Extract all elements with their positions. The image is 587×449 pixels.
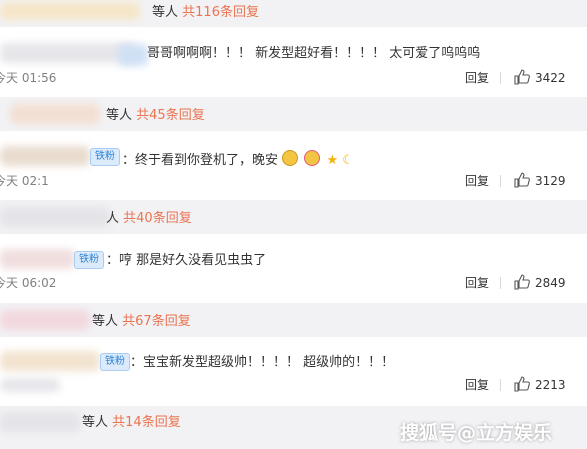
action-divider (500, 379, 501, 391)
fan-badge: 铁粉 (74, 251, 104, 269)
comment-text: 哥哥啊啊啊！！！ 新发型超好看！！！！ 太可爱了呜呜呜 (147, 46, 481, 61)
reply-button[interactable]: 回复 (465, 378, 489, 392)
thumbs-up-icon[interactable] (514, 376, 530, 392)
blurred-avatar (0, 412, 80, 432)
like-count: 2849 (535, 276, 566, 290)
comment-time: 今天 06:02 (0, 276, 57, 290)
like-count: 2213 (535, 378, 566, 392)
blurred-username (0, 351, 100, 371)
sleepy-face-emoji (282, 150, 299, 166)
reply-summary-suffix: 等人 (106, 108, 133, 123)
kiss-face-emoji (304, 150, 321, 166)
comment-text: ：终于看到你登机了，晚安 (122, 153, 279, 168)
blurred-username (0, 43, 135, 63)
reply-summary[interactable]: 等人 共14条回复 (82, 415, 181, 431)
reply-summary-suffix: 等人 (152, 5, 179, 20)
reply-count-link[interactable]: 共45条回复 (136, 108, 205, 123)
action-divider (500, 175, 501, 187)
blurred-avatar (0, 207, 110, 227)
reply-count-link[interactable]: 共14条回复 (112, 415, 181, 430)
reply-summary[interactable]: 等人 共116条回复 (152, 5, 259, 21)
reply-summary-suffix: 等人 (92, 314, 119, 329)
comment-text-line: ：终于看到你登机了，晚安 ★ ☾ (122, 150, 354, 169)
comment-text: ：哼 那是好久没看见虫虫了 (106, 253, 267, 268)
blurred-avatar (0, 2, 140, 20)
reply-summary[interactable]: 人 共40条回复 (106, 211, 192, 227)
thumbs-up-icon[interactable] (514, 172, 530, 188)
fan-badge: 铁粉 (90, 148, 120, 166)
blurred-avatar (10, 104, 100, 124)
like-count: 3129 (535, 174, 566, 188)
comment-text: ：宝宝新发型超级帅！！！！ 超级帅的！！！ (130, 355, 395, 370)
comment-time: 今天 02:1 (0, 174, 49, 188)
reply-count-link[interactable]: 共40条回复 (123, 211, 192, 226)
action-divider (500, 277, 501, 289)
reply-summary-suffix: 等人 (82, 415, 109, 430)
action-divider (500, 72, 501, 84)
reply-count-link[interactable]: 共116条回复 (182, 5, 259, 20)
reply-button[interactable]: 回复 (465, 276, 489, 290)
reply-button[interactable]: 回复 (465, 174, 489, 188)
blurred-comment-time (0, 378, 60, 392)
thumbs-up-icon[interactable] (514, 69, 530, 85)
blurred-username (0, 249, 75, 269)
blurred-avatar (0, 310, 90, 330)
crescent-moon-emoji: ☾ (342, 153, 354, 168)
star-emoji: ★ (326, 153, 339, 168)
reply-count-link[interactable]: 共67条回复 (122, 314, 191, 329)
reply-button[interactable]: 回复 (465, 71, 489, 85)
reply-summary-suffix: 人 (106, 211, 120, 226)
watermark: 搜狐号@立方娱乐 (400, 422, 553, 444)
reply-summary[interactable]: 等人 共67条回复 (92, 314, 191, 330)
like-count: 3422 (535, 71, 566, 85)
thumbs-up-icon[interactable] (514, 274, 530, 290)
fan-badge: 铁粉 (100, 353, 130, 371)
blurred-username (0, 146, 90, 166)
reply-summary[interactable]: 等人 共45条回复 (106, 108, 205, 124)
blurred-avatar (118, 44, 148, 66)
comment-time: 今天 01:56 (0, 71, 57, 85)
